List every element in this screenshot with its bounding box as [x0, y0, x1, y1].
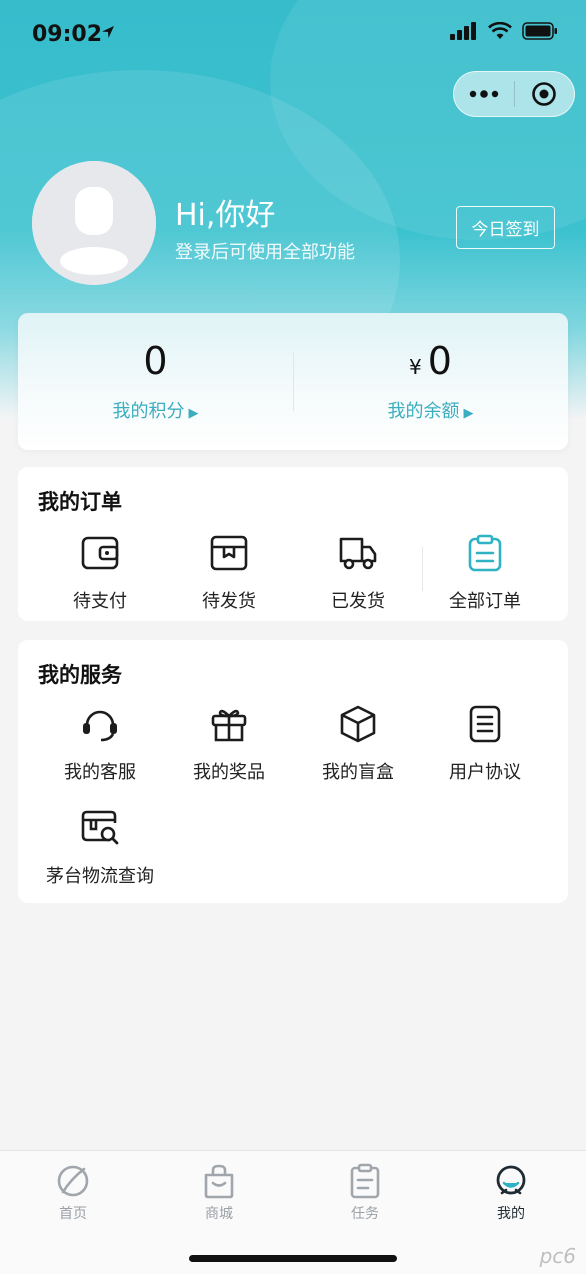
service-blind-box[interactable]: 我的盲盒 [293, 704, 423, 784]
order-item-label: 已发货 [331, 591, 385, 612]
gift-icon [211, 709, 247, 742]
truck-icon [339, 537, 377, 570]
location-arrow-icon [102, 26, 114, 38]
order-all[interactable]: 全部订单 [420, 533, 550, 613]
orders-title: 我的订单 [38, 490, 122, 514]
points-stat[interactable]: 0 我的积分 ▶ [18, 313, 293, 450]
tab-tasks[interactable]: 任务 [292, 1163, 438, 1223]
home-icon [57, 1165, 89, 1197]
service-item-label: 用户协议 [449, 762, 521, 783]
tab-label: 我的 [497, 1206, 525, 1222]
avatar[interactable] [32, 161, 156, 285]
balance-value-row: ¥0 [293, 339, 568, 383]
logistics-search-icon [81, 810, 119, 845]
tab-home[interactable]: 首页 [0, 1163, 146, 1223]
default-avatar-icon [32, 161, 156, 285]
tab-label: 任务 [351, 1206, 379, 1222]
more-dots-icon [469, 90, 498, 98]
battery-icon [522, 22, 557, 40]
login-hint[interactable]: 登录后可使用全部功能 [175, 238, 355, 264]
order-pending-shipment[interactable]: 待发货 [164, 533, 294, 613]
service-item-label: 我的奖品 [193, 762, 265, 783]
status-bar: 09:02 [0, 0, 586, 70]
order-item-label: 全部订单 [449, 591, 521, 612]
status-time: 09:02 [32, 22, 103, 47]
stats-card: 0 我的积分 ▶ ¥0 我的余额 ▶ [18, 313, 568, 450]
greeting-title[interactable]: Hi,你好 [175, 190, 275, 234]
order-pending-payment[interactable]: 待支付 [35, 533, 165, 613]
tab-mall[interactable]: 商城 [146, 1163, 292, 1223]
caret-right-icon: ▶ [463, 406, 474, 421]
order-item-label: 待发货 [202, 591, 256, 612]
orders-card: 我的订单 待支付 待发货 已发货 全部订单 [18, 467, 568, 621]
caret-right-icon: ▶ [188, 406, 199, 421]
document-icon [469, 705, 501, 743]
watermark: pc6 [539, 1244, 576, 1268]
service-item-label: 我的盲盒 [322, 762, 394, 783]
balance-label-row: 我的余额 ▶ [293, 397, 568, 423]
points-value: 0 [143, 339, 168, 383]
checkin-button[interactable]: 今日签到 [456, 206, 555, 249]
more-button[interactable] [454, 71, 514, 117]
balance-value: 0 [427, 339, 452, 383]
service-user-agreement[interactable]: 用户协议 [420, 704, 550, 784]
service-logistics-query[interactable]: 茅台物流查询 [35, 808, 165, 888]
profile-icon [496, 1165, 526, 1195]
target-icon [532, 82, 557, 106]
service-prizes[interactable]: 我的奖品 [164, 704, 294, 784]
task-icon [350, 1163, 380, 1199]
services-card: 我的服务 我的客服 我的奖品 我的盲盒 用户协议 茅台物流查询 [18, 640, 568, 903]
mini-program-capsule [453, 71, 575, 117]
order-item-label: 待支付 [73, 591, 127, 612]
currency-symbol: ¥ [409, 355, 422, 379]
headset-icon [83, 710, 117, 742]
signal-icon [450, 22, 476, 40]
services-title: 我的服务 [38, 663, 122, 687]
service-item-label: 茅台物流查询 [46, 866, 154, 887]
wallet-icon [81, 536, 119, 570]
balance-label: 我的余额 [387, 401, 460, 422]
tab-profile[interactable]: 我的 [438, 1163, 584, 1223]
points-label-row: 我的积分 ▶ [18, 397, 293, 423]
service-customer-support[interactable]: 我的客服 [35, 704, 165, 784]
clipboard-icon [468, 534, 502, 572]
shopping-bag-icon [204, 1164, 234, 1199]
tab-label: 首页 [59, 1206, 87, 1222]
order-shipped[interactable]: 已发货 [293, 533, 423, 613]
package-icon [210, 535, 248, 571]
wifi-icon [488, 22, 512, 39]
balance-stat[interactable]: ¥0 我的余额 ▶ [293, 313, 568, 450]
tab-label: 商城 [205, 1206, 233, 1222]
points-label: 我的积分 [112, 401, 185, 422]
close-mini-program-button[interactable] [514, 71, 574, 117]
home-indicator [189, 1255, 397, 1262]
box-icon [340, 705, 376, 743]
service-item-label: 我的客服 [64, 762, 136, 783]
